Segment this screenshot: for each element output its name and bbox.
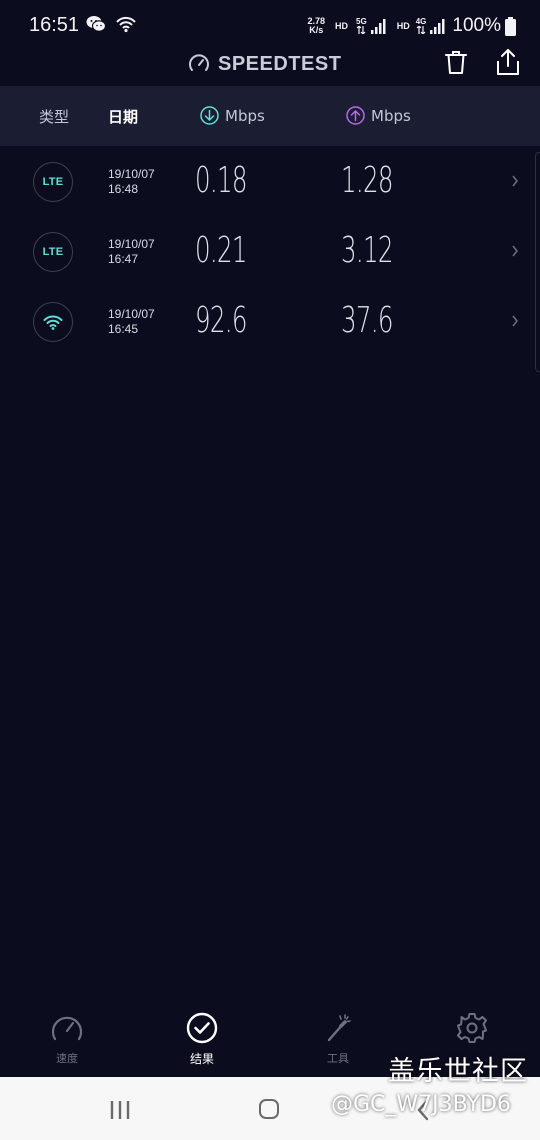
speedtest-results-screen: 16:51 2.78 K/s HD 5G HD 4G 100% SPEEDTES… xyxy=(0,0,540,1140)
column-date-label: 日期 xyxy=(108,108,139,126)
net-speed-unit: K/s xyxy=(309,25,324,35)
sort-by-upload[interactable]: Mbps xyxy=(346,106,411,125)
result-time: 16:48 xyxy=(108,182,139,196)
net-tag-5g: 5G xyxy=(356,17,367,26)
tab-tools-label: 工具 xyxy=(327,1052,349,1065)
tab-results[interactable]: 结果 xyxy=(152,1012,252,1072)
column-upload-label: Mbps xyxy=(371,106,411,125)
net-type-5g: 5G xyxy=(356,18,367,34)
net-speed-readout: 2.78 K/s xyxy=(308,17,326,35)
connection-type-label: LTE xyxy=(42,246,64,258)
result-time: 16:47 xyxy=(108,252,139,266)
home-button[interactable] xyxy=(259,1099,279,1119)
result-row[interactable]: LTE 19/10/07 16:48 0.18 1.28 xyxy=(0,146,540,216)
upload-icon xyxy=(346,106,365,125)
result-date: 19/10/07 xyxy=(108,167,155,181)
results-column-header: 类型 日期 Mbps Mbps xyxy=(0,86,540,146)
tab-speed[interactable]: 速度 xyxy=(17,1012,117,1072)
share-icon xyxy=(497,49,519,75)
chevron-right-icon xyxy=(512,315,518,327)
status-time: 16:51 xyxy=(29,14,80,36)
speedometer-icon xyxy=(189,54,209,71)
data-arrows-icon xyxy=(416,26,426,34)
status-right: 2.78 K/s HD 5G HD 4G 100% xyxy=(308,12,516,40)
sort-by-date[interactable]: 日期 xyxy=(108,106,138,127)
trash-icon xyxy=(445,51,467,74)
tab-results-label: 结果 xyxy=(189,1052,214,1066)
tab-tools[interactable]: 工具 xyxy=(288,1012,388,1072)
download-icon xyxy=(200,106,219,125)
recent-apps-icon[interactable] xyxy=(109,1100,131,1120)
upload-speed: 1.28 xyxy=(341,160,393,201)
signal-icon xyxy=(430,19,445,34)
delete-results-button[interactable] xyxy=(444,50,468,76)
share-button[interactable] xyxy=(496,48,520,76)
check-circle-icon xyxy=(186,1012,218,1044)
wifi-status-icon xyxy=(116,16,136,33)
watermark-title: 盖乐世社区 xyxy=(388,1056,528,1087)
result-datetime: 19/10/07 16:47 xyxy=(108,237,155,267)
download-speed: 0.21 xyxy=(195,230,247,271)
result-date: 19/10/07 xyxy=(108,307,155,321)
speedtest-brand: SPEEDTEST xyxy=(188,52,341,76)
net-tag-4g: 4G xyxy=(415,17,427,26)
gear-icon xyxy=(457,1013,487,1043)
connection-type-label: LTE xyxy=(42,176,64,188)
result-row[interactable]: 19/10/07 16:45 92.6 37.6 xyxy=(0,286,540,356)
result-time: 16:45 xyxy=(108,322,139,336)
results-list: LTE 19/10/07 16:48 0.18 1.28 LTE 19/10/0… xyxy=(0,146,540,356)
app-header: SPEEDTEST xyxy=(0,49,540,86)
result-datetime: 19/10/07 16:45 xyxy=(108,307,155,337)
chevron-right-icon xyxy=(512,175,518,187)
result-date: 19/10/07 xyxy=(108,237,155,251)
app-title: SPEEDTEST xyxy=(218,52,342,75)
lte-icon: LTE xyxy=(33,232,73,272)
magic-wand-icon xyxy=(327,1014,351,1042)
wechat-icon xyxy=(86,16,107,32)
result-datetime: 19/10/07 16:48 xyxy=(108,167,155,197)
watermark-handle: @GC_W7J3BYD6 xyxy=(331,1092,511,1117)
speedometer-icon xyxy=(51,1016,83,1041)
sort-by-download[interactable]: Mbps xyxy=(200,106,265,125)
chevron-right-icon xyxy=(512,245,518,257)
column-download-label: Mbps xyxy=(225,106,265,125)
scroll-indicator[interactable] xyxy=(535,152,540,372)
data-arrows-icon xyxy=(356,26,366,34)
download-speed: 92.6 xyxy=(195,300,247,341)
battery-percent: 100% xyxy=(452,15,501,36)
wifi-symbol-icon xyxy=(43,315,63,330)
sort-by-type[interactable]: 类型 xyxy=(39,106,69,127)
upload-speed: 37.6 xyxy=(341,300,393,341)
hd-label: HD xyxy=(335,21,349,31)
signal-icon xyxy=(370,19,386,34)
hd-label-2: HD xyxy=(396,21,410,31)
status-bar: 16:51 2.78 K/s HD 5G HD 4G 100% xyxy=(0,0,540,52)
wifi-icon xyxy=(33,302,73,342)
net-type-4g: 4G xyxy=(415,17,427,34)
upload-speed: 3.12 xyxy=(341,230,393,271)
tab-speed-label: 速度 xyxy=(56,1052,78,1065)
lte-icon: LTE xyxy=(33,162,73,202)
result-row[interactable]: LTE 19/10/07 16:47 0.21 3.12 xyxy=(0,216,540,286)
battery-icon xyxy=(505,16,516,36)
download-speed: 0.18 xyxy=(195,160,247,201)
column-type-label: 类型 xyxy=(39,108,70,126)
status-left-icons xyxy=(86,15,137,34)
